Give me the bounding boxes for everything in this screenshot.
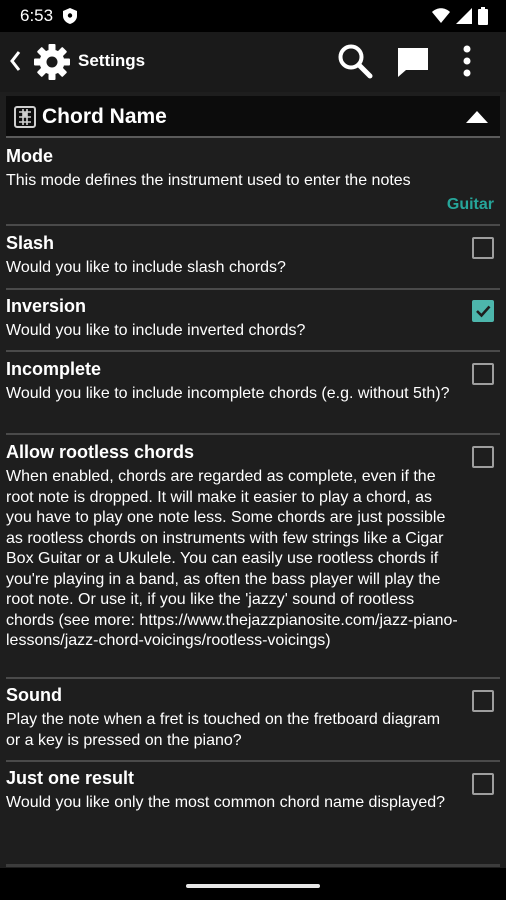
setting-title: Incomplete <box>6 359 102 379</box>
divider <box>6 760 500 762</box>
setting-description: Would you like to include slash chords? <box>6 259 286 276</box>
status-time: 6:53 <box>20 6 54 25</box>
inversion-checkbox[interactable] <box>472 300 494 322</box>
more-vert-icon[interactable] <box>462 44 472 83</box>
mode-value[interactable]: Guitar <box>447 196 494 214</box>
setting-description: Would you like only the most common chor… <box>6 794 446 811</box>
section-title: Chord Name <box>42 105 167 128</box>
search-icon[interactable] <box>336 42 374 85</box>
setting-description: Would you like to include incomplete cho… <box>6 385 450 402</box>
rootless-checkbox[interactable] <box>472 446 494 468</box>
setting-title: Inversion <box>6 296 87 316</box>
divider <box>6 288 500 290</box>
home-gesture-handle[interactable] <box>186 884 320 888</box>
section-header[interactable]: Chord Name <box>6 96 500 138</box>
status-icons <box>432 7 488 30</box>
one-result-checkbox[interactable] <box>472 773 494 795</box>
gear-icon <box>32 42 72 87</box>
divider <box>6 224 500 226</box>
check-icon <box>476 305 491 318</box>
shield-icon <box>63 8 77 29</box>
setting-description: This mode defines the instrument used to… <box>6 172 411 189</box>
divider <box>6 350 500 352</box>
setting-title: Allow rootless chords <box>6 442 195 462</box>
chevron-up-icon[interactable] <box>466 110 488 128</box>
back-icon[interactable] <box>8 49 22 78</box>
incomplete-checkbox[interactable] <box>472 363 494 385</box>
toolbar-title: Settings <box>78 51 146 70</box>
status-bar: 6:53 <box>0 0 506 32</box>
battery-icon <box>478 7 488 30</box>
list-end-bar <box>6 864 500 867</box>
chord-sheet-icon <box>14 106 36 133</box>
setting-title: Slash <box>6 233 55 253</box>
divider <box>6 433 500 435</box>
divider <box>6 677 500 679</box>
setting-title: Just one result <box>6 768 135 788</box>
slash-checkbox[interactable] <box>472 237 494 259</box>
setting-description: Play the note when a fret is touched on … <box>6 711 441 749</box>
sound-checkbox[interactable] <box>472 690 494 712</box>
wifi-icon <box>432 8 450 29</box>
toolbar: Settings <box>0 32 506 92</box>
setting-description: Would you like to include inverted chord… <box>6 322 306 339</box>
setting-title: Mode <box>6 146 53 166</box>
chat-icon[interactable] <box>396 46 430 83</box>
setting-title: Sound <box>6 685 62 705</box>
setting-description: When enabled, chords are regarded as com… <box>6 468 458 649</box>
signal-icon <box>456 8 472 29</box>
